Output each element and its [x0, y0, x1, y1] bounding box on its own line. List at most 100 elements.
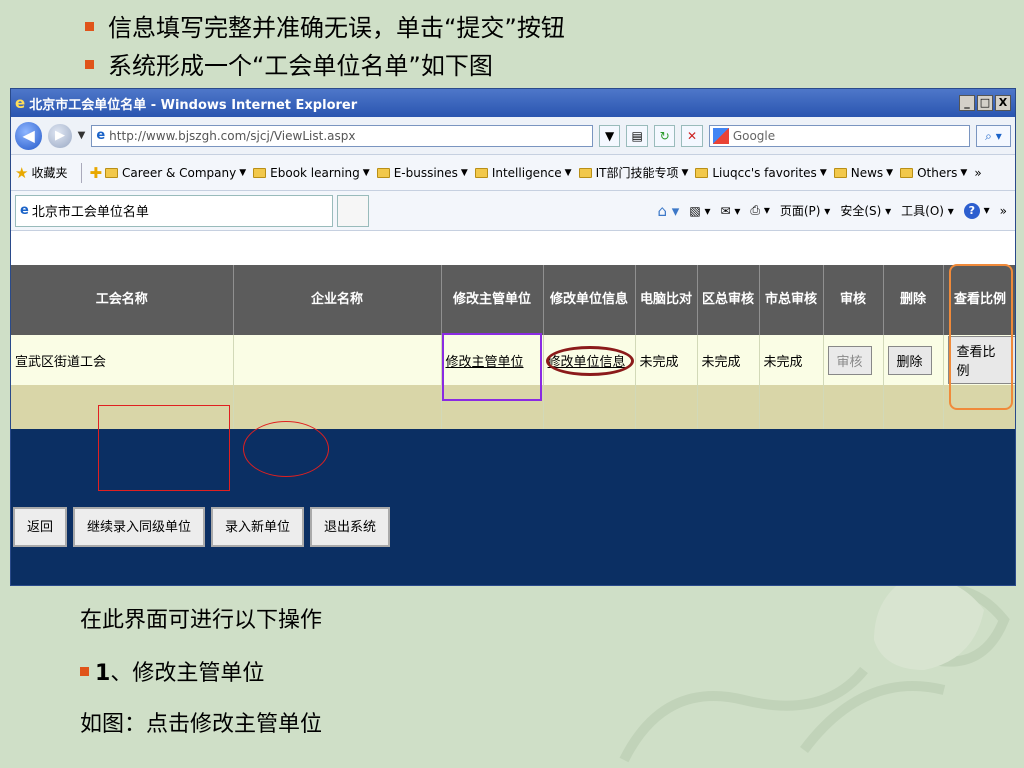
- bullet-square-icon: [85, 59, 94, 69]
- close-button[interactable]: X: [995, 95, 1011, 111]
- delete-button[interactable]: 删除: [887, 345, 932, 375]
- col-view-ratio: 查看比例: [943, 265, 1015, 335]
- fav-others[interactable]: Others ▼: [900, 166, 967, 180]
- divider: [81, 162, 83, 183]
- history-dropdown-icon[interactable]: ▼: [78, 130, 86, 141]
- cell-delete: 删除: [883, 335, 944, 385]
- maximize-button[interactable]: □: [977, 95, 993, 111]
- search-icon[interactable]: ⌕ ▾: [975, 124, 1011, 147]
- tab-active[interactable]: e 北京市工会单位名单: [15, 194, 333, 227]
- tools-menu[interactable]: 工具(O) ▾: [901, 202, 954, 219]
- new-unit-button[interactable]: 录入新单位: [211, 507, 305, 547]
- bullet-square-icon: [85, 21, 94, 31]
- bullet-square-icon: [80, 666, 89, 676]
- cell-view-ratio: 查看比例: [943, 335, 1015, 385]
- cell-modify-supervisor: 修改主管单位: [441, 335, 544, 385]
- stop-icon[interactable]: ✕: [681, 124, 703, 147]
- add-favorite-icon[interactable]: ✚: [89, 164, 102, 182]
- col-district-review: 区总审核: [697, 265, 760, 335]
- fav-news[interactable]: News ▼: [833, 166, 893, 180]
- col-city-review: 市总审核: [759, 265, 824, 335]
- table-empty-row: [11, 385, 1015, 429]
- folder-icon: [833, 167, 847, 178]
- action-buttons: 返回 继续录入同级单位 录入新单位 退出系统: [11, 507, 391, 547]
- cell-modify-info: 修改单位信息: [543, 335, 636, 385]
- browser-window: e 北京市工会单位名单 - Windows Internet Explorer …: [10, 88, 1016, 586]
- fav-it[interactable]: IT部门技能专项 ▼: [578, 164, 688, 181]
- new-tab-button[interactable]: [337, 194, 369, 227]
- command-overflow[interactable]: »: [1000, 204, 1007, 218]
- google-icon: [712, 127, 729, 144]
- command-bar: ⌂ ▾ ▧ ▾ ✉ ▾ ⎙ ▾ 页面(P) ▾ 安全(S) ▾ 工具(O) ▾ …: [658, 202, 1008, 220]
- fav-liuqcc[interactable]: Liuqcc's favorites ▼: [695, 166, 827, 180]
- table-header-row: 工会名称 企业名称 修改主管单位 修改单位信息 电脑比对 区总审核 市总审核 审…: [11, 265, 1015, 335]
- url-input[interactable]: e http://www.bjszgh.com/sjcj/ViewList.as…: [91, 124, 593, 147]
- cell-district-review: 未完成: [697, 335, 760, 385]
- note-bullet: 1、修改主管单位: [80, 655, 264, 687]
- review-button[interactable]: 审核: [827, 345, 872, 375]
- table-row: 宣武区街道工会 修改主管单位 修改单位信息 未完成 未完成 未完成 审核 删除 …: [11, 335, 1015, 385]
- col-pc-compare: 电脑比对: [635, 265, 698, 335]
- col-modify-supervisor: 修改主管单位: [441, 265, 544, 335]
- folder-icon: [376, 167, 390, 178]
- fav-ebook[interactable]: Ebook learning ▼: [253, 166, 370, 180]
- slide-bullet-1: 信息填写完整并准确无误，单击“提交”按钮: [85, 8, 565, 43]
- fav-intelligence[interactable]: Intelligence ▼: [474, 166, 572, 180]
- exit-button[interactable]: 退出系统: [310, 507, 391, 547]
- col-delete: 删除: [883, 265, 944, 335]
- union-list-table: 工会名称 企业名称 修改主管单位 修改单位信息 电脑比对 区总审核 市总审核 审…: [11, 265, 1015, 429]
- col-company-name: 企业名称: [233, 265, 442, 335]
- ie-icon: e: [15, 94, 26, 112]
- ie-tab-icon: e: [20, 203, 29, 218]
- slide-bullet-2: 系统形成一个“工会单位名单”如下图: [85, 46, 493, 81]
- note-line-3: 如图：点击修改主管单位: [80, 712, 323, 737]
- cell-pc-compare: 未完成: [635, 335, 698, 385]
- back-icon[interactable]: ◀: [15, 121, 43, 150]
- view-ratio-button[interactable]: 查看比例: [947, 336, 1015, 384]
- favorites-overflow[interactable]: »: [974, 166, 981, 180]
- favorites-button[interactable]: 收藏夹: [31, 164, 67, 181]
- window-title: 北京市工会单位名单 - Windows Internet Explorer: [29, 97, 358, 113]
- search-input[interactable]: Google: [708, 124, 970, 147]
- modify-info-link[interactable]: 修改单位信息: [548, 355, 626, 370]
- home-icon[interactable]: ⌂ ▾: [658, 202, 680, 220]
- col-modify-info: 修改单位信息: [543, 265, 636, 335]
- window-controls: _ □ X: [959, 95, 1011, 111]
- browser-titlebar: e 北京市工会单位名单 - Windows Internet Explorer …: [11, 89, 1015, 117]
- folder-icon: [474, 167, 488, 178]
- col-review: 审核: [823, 265, 884, 335]
- favorites-star-icon[interactable]: ★: [15, 164, 28, 182]
- fav-ebussines[interactable]: E-bussines ▼: [376, 166, 468, 180]
- cell-union-name: 宣武区街道工会: [11, 335, 234, 385]
- cell-city-review: 未完成: [759, 335, 824, 385]
- minimize-button[interactable]: _: [959, 95, 975, 111]
- forward-icon[interactable]: ▶: [48, 123, 72, 148]
- cell-review: 审核: [823, 335, 884, 385]
- url-dropdown-icon[interactable]: ▼: [598, 124, 621, 147]
- feeds-icon[interactable]: ▧ ▾: [689, 204, 710, 218]
- compatibility-icon[interactable]: ▤: [626, 124, 648, 147]
- folder-icon: [105, 167, 119, 178]
- note-line-1: 在此界面可进行以下操作: [80, 608, 323, 633]
- address-bar: ◀ ▶ ▼ e http://www.bjszgh.com/sjcj/ViewL…: [11, 117, 1015, 155]
- folder-icon: [253, 167, 267, 178]
- folder-icon: [695, 167, 709, 178]
- cell-company-name: [233, 335, 442, 385]
- help-icon: ?: [963, 202, 980, 219]
- fav-career[interactable]: Career & Company ▼: [105, 166, 246, 180]
- refresh-icon[interactable]: ↻: [653, 124, 676, 147]
- col-union-name: 工会名称: [11, 265, 234, 335]
- folder-icon: [578, 167, 592, 178]
- back-button[interactable]: 返回: [13, 507, 68, 547]
- page-content: 工会名称 企业名称 修改主管单位 修改单位信息 电脑比对 区总审核 市总审核 审…: [11, 265, 1015, 585]
- print-icon[interactable]: ⎙ ▾: [750, 203, 769, 218]
- decorative-pattern: [619, 578, 1010, 763]
- help-menu[interactable]: ? ▾: [963, 202, 990, 219]
- tab-bar: e 北京市工会单位名单 ⌂ ▾ ▧ ▾ ✉ ▾ ⎙ ▾ 页面(P) ▾ 安全(S…: [11, 191, 1015, 231]
- safety-menu[interactable]: 安全(S) ▾: [840, 202, 891, 219]
- mail-icon[interactable]: ✉ ▾: [721, 204, 741, 218]
- modify-supervisor-link[interactable]: 修改主管单位: [446, 355, 524, 370]
- page-menu[interactable]: 页面(P) ▾: [780, 202, 830, 219]
- ie-page-icon: e: [96, 128, 106, 143]
- continue-entry-button[interactable]: 继续录入同级单位: [73, 507, 206, 547]
